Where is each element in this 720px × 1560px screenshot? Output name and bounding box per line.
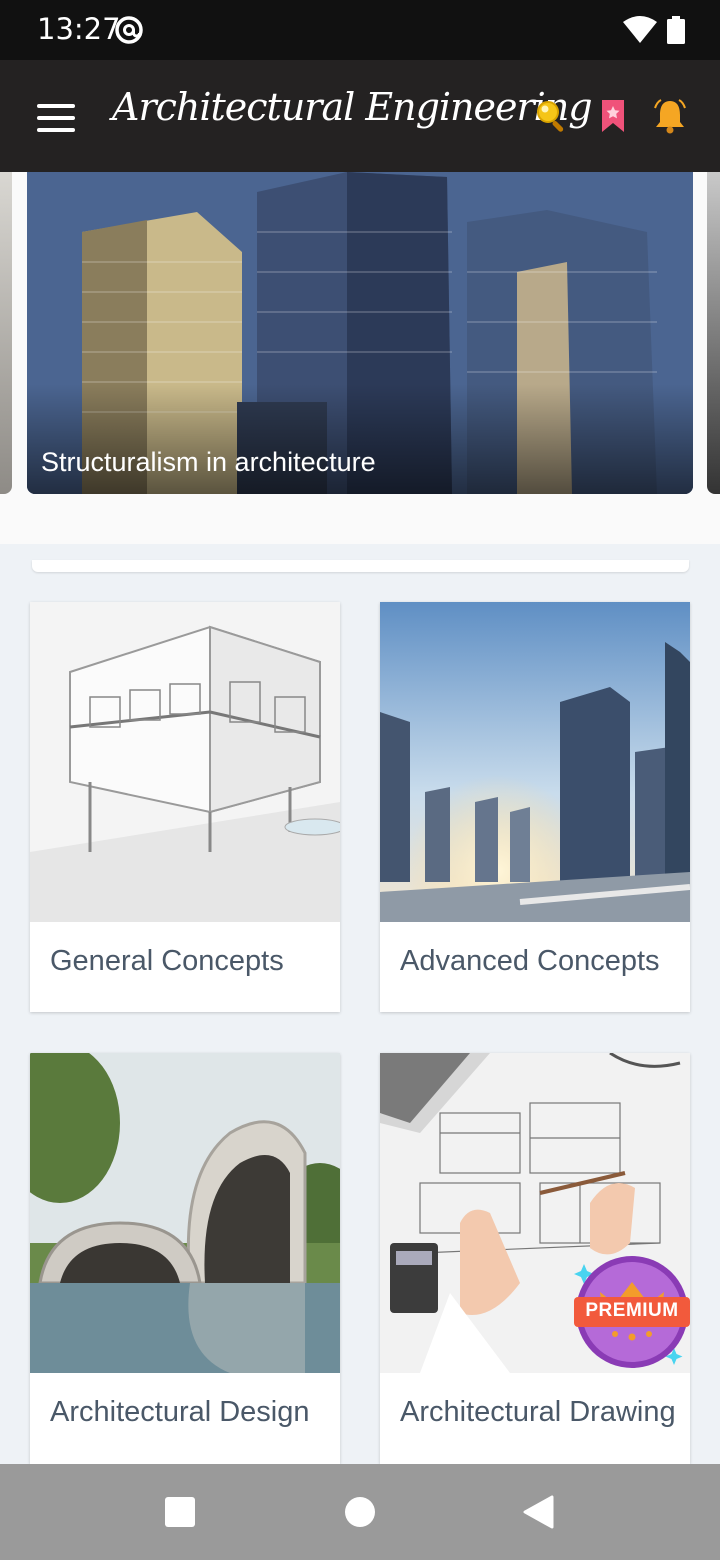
city-skyline-image [380, 602, 690, 922]
status-time: 13:27 [37, 12, 121, 46]
featured-carousel[interactable]: Structuralism in architecture [0, 172, 720, 544]
at-sign-icon [115, 16, 143, 44]
recents-square-icon[interactable] [165, 1497, 195, 1527]
premium-label: PREMIUM [585, 1300, 679, 1321]
card-label: Architectural Design [50, 1396, 310, 1428]
premium-badge[interactable]: PREMIUM [570, 1252, 696, 1374]
modern-house-sketch-image [30, 602, 340, 922]
menu-icon[interactable] [37, 104, 75, 132]
bookmark-icon[interactable] [595, 98, 631, 134]
card-architectural-design[interactable]: Architectural Design [30, 1053, 340, 1464]
content-divider-strip [32, 560, 689, 572]
card-advanced-concepts[interactable]: Advanced Concepts [380, 602, 690, 1012]
carousel-next-slide[interactable] [707, 172, 720, 494]
status-bar: 13:27 [0, 0, 720, 60]
bell-icon[interactable] [652, 98, 688, 134]
wifi-icon [623, 16, 657, 43]
card-general-concepts[interactable]: General Concepts [30, 602, 340, 1012]
back-triangle-icon[interactable] [522, 1495, 554, 1529]
card-label: Advanced Concepts [400, 945, 660, 977]
home-circle-icon[interactable] [345, 1497, 375, 1527]
card-label: General Concepts [50, 945, 284, 977]
card-label: Architectural Drawing [400, 1396, 676, 1428]
battery-icon [667, 16, 685, 44]
carousel-prev-slide[interactable] [0, 172, 12, 494]
search-icon[interactable] [534, 98, 570, 134]
carousel-current-slide[interactable]: Structuralism in architecture [27, 172, 693, 494]
app-bar: Architectural Engineering [0, 60, 720, 172]
app-title: Architectural Engineering [112, 85, 593, 129]
navigation-bar [0, 1464, 720, 1560]
curved-house-image [30, 1053, 340, 1373]
carousel-caption: Structuralism in architecture [41, 447, 376, 477]
